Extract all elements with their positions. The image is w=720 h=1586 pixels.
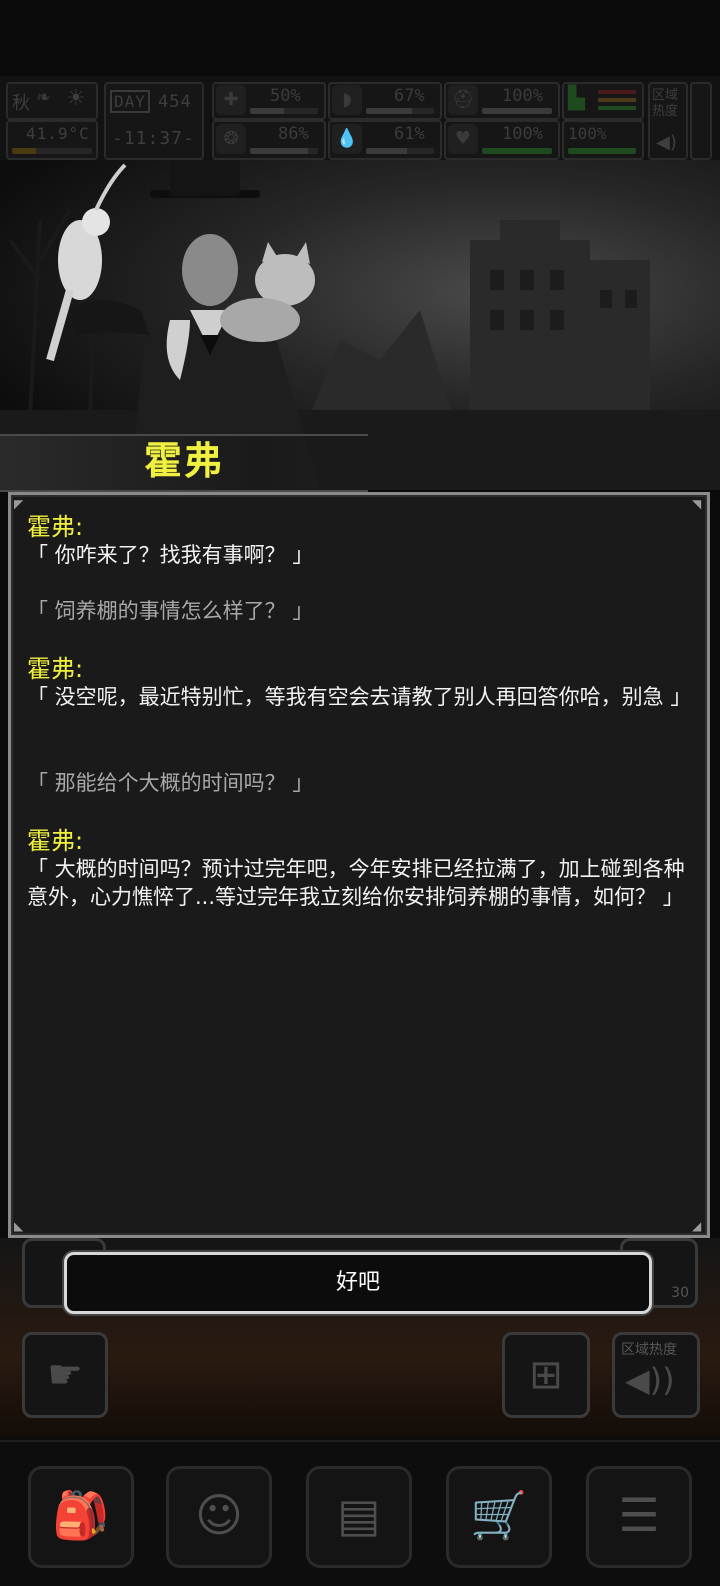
tap-action-button[interactable]: ☛ bbox=[22, 1332, 108, 1418]
nav-backpack-button[interactable]: 🎒 bbox=[28, 1466, 134, 1568]
temperature-value: 41.9°C bbox=[26, 124, 90, 143]
mental-stat: ❂ 86% bbox=[212, 120, 326, 160]
medical-button[interactable]: ⊞ bbox=[502, 1332, 590, 1418]
mental-bar bbox=[250, 148, 318, 154]
hunger-stat: ◗ 67% bbox=[328, 82, 442, 120]
brain-icon: ❂ bbox=[216, 124, 246, 154]
dialog-entry-npc: 霍弗: 「 你咋来了？找我有事啊？ 」 bbox=[27, 513, 697, 569]
corner-ornament-icon: ◢ bbox=[692, 1219, 702, 1233]
backpack-icon: 🎒 bbox=[52, 1488, 110, 1542]
brain-head-icon: ☺ bbox=[195, 1488, 243, 1542]
cart-icon: 🛒 bbox=[470, 1488, 528, 1542]
speaker-name: 霍弗: bbox=[27, 513, 84, 541]
thirst-bar bbox=[366, 148, 434, 154]
corner-ornament-icon: ◤ bbox=[14, 497, 24, 511]
heart-icon: ♥ bbox=[448, 124, 478, 154]
stamina-stat: 100% bbox=[562, 120, 644, 160]
notebook-icon: ▤ bbox=[337, 1488, 381, 1542]
hunger-percent: 67% bbox=[394, 86, 425, 106]
speaker-name: 霍弗: bbox=[27, 655, 84, 683]
clock-time: -11:37- bbox=[112, 128, 195, 149]
boot-stat: ▙ bbox=[562, 82, 644, 120]
tap-hand-icon: ☛ bbox=[47, 1352, 83, 1398]
thirst-stat: 💧 61% bbox=[328, 120, 442, 160]
status-hud: 秋 ❧ ☀ 41.9°C DAY 454 -11:37- ✚ 50% ◗ 67%… bbox=[0, 76, 720, 162]
heart-stat: ♥ 100% bbox=[444, 120, 560, 160]
thirst-percent: 61% bbox=[394, 124, 425, 144]
leaf-icon: ❧ bbox=[36, 87, 52, 108]
nav-skills-button[interactable]: ☺ bbox=[166, 1466, 272, 1568]
npc-name: 霍弗 bbox=[143, 439, 224, 483]
hunger-bar bbox=[366, 108, 434, 114]
boot-icon: ▙ bbox=[568, 86, 585, 111]
medical-folder-icon: ⊞ bbox=[529, 1352, 563, 1398]
mental-percent: 86% bbox=[278, 124, 309, 144]
corner-ornament-icon: ◥ bbox=[692, 497, 702, 511]
side-panel bbox=[690, 82, 712, 160]
player-line: 「 那能给个大概的时间吗？ 」 bbox=[27, 771, 314, 795]
season-panel: 秋 ❧ ☀ bbox=[6, 82, 98, 120]
dialog-entry-npc: 霍弗: 「 大概的时间吗？预计过完年吧，今年安排已经拉满了，加上碰到各种意外，心… bbox=[27, 827, 697, 911]
speaker-icon: ◀)) bbox=[625, 1361, 675, 1399]
day-panel: DAY 454 -11:37- bbox=[104, 82, 204, 160]
dialog-box: ◤ ◥ ◣ ◢ 霍弗: 「 你咋来了？找我有事啊？ 」 「 饲养棚的事情怎么样了… bbox=[8, 492, 710, 1238]
timer-label: 30 bbox=[671, 1285, 689, 1301]
speaker-name: 霍弗: bbox=[27, 827, 84, 855]
dialog-entry-player: 「 那能给个大概的时间吗？ 」 bbox=[27, 769, 697, 797]
heart-percent: 100% bbox=[502, 124, 543, 144]
water-drop-icon: 💧 bbox=[332, 124, 362, 154]
health-stat: ✚ 50% bbox=[212, 82, 326, 120]
nav-shop-button[interactable]: 🛒 bbox=[446, 1466, 552, 1568]
helmet-icon: ⛑ bbox=[448, 85, 478, 115]
sun-icon: ☀ bbox=[66, 86, 86, 111]
armor-bar bbox=[482, 108, 552, 114]
bottom-nav: 🎒 ☺ ▤ 🛒 ☰ bbox=[0, 1440, 720, 1586]
nav-menu-button[interactable]: ☰ bbox=[586, 1466, 692, 1568]
npc-line: 「 大概的时间吗？预计过完年吧，今年安排已经拉满了，加上碰到各种意外，心力憔悴了… bbox=[27, 857, 685, 909]
dialog-entry-player: 「 饲养棚的事情怎么样了？ 」 bbox=[27, 597, 697, 625]
stamina-percent: 100% bbox=[568, 124, 607, 143]
zone-heat-button[interactable]: 区域热度 ◀)) bbox=[612, 1332, 700, 1418]
day-label: DAY bbox=[110, 90, 150, 113]
heart-bar bbox=[482, 148, 552, 154]
season-label: 秋 bbox=[12, 93, 31, 114]
health-bar bbox=[250, 108, 318, 114]
dialog-entry-npc: 霍弗: 「 没空呢，最近特别忙，等我有空会去请教了别人再回答你哈，别急 」 bbox=[27, 655, 697, 711]
temperature-bar bbox=[12, 148, 92, 154]
stomach-icon: ◗ bbox=[332, 85, 362, 115]
stamina-bar bbox=[568, 148, 636, 154]
day-number: 454 bbox=[158, 92, 192, 112]
zone-heat-label: 区域热度 bbox=[621, 1342, 677, 1358]
temperature-panel: 41.9°C bbox=[6, 120, 98, 160]
nav-journal-button[interactable]: ▤ bbox=[306, 1466, 412, 1568]
zone-heat-label: 区域热度 bbox=[652, 88, 679, 119]
npc-line: 「 没空呢，最近特别忙，等我有空会去请教了别人再回答你哈，别急 」 bbox=[27, 685, 692, 709]
confirm-button[interactable]: 好吧 bbox=[64, 1252, 652, 1314]
corner-ornament-icon: ◣ bbox=[14, 1219, 24, 1233]
speaker-icon: ◀) bbox=[656, 132, 677, 153]
armor-percent: 100% bbox=[502, 86, 543, 106]
health-percent: 50% bbox=[270, 86, 301, 106]
armor-stat: ⛑ 100% bbox=[444, 82, 560, 120]
menu-icon: ☰ bbox=[618, 1488, 660, 1542]
medkit-icon: ✚ bbox=[216, 85, 246, 115]
player-line: 「 饲养棚的事情怎么样了？ 」 bbox=[27, 599, 314, 623]
zone-heat-panel[interactable]: 区域热度 ◀) bbox=[648, 82, 688, 160]
npc-line: 「 你咋来了？找我有事啊？ 」 bbox=[27, 543, 314, 567]
